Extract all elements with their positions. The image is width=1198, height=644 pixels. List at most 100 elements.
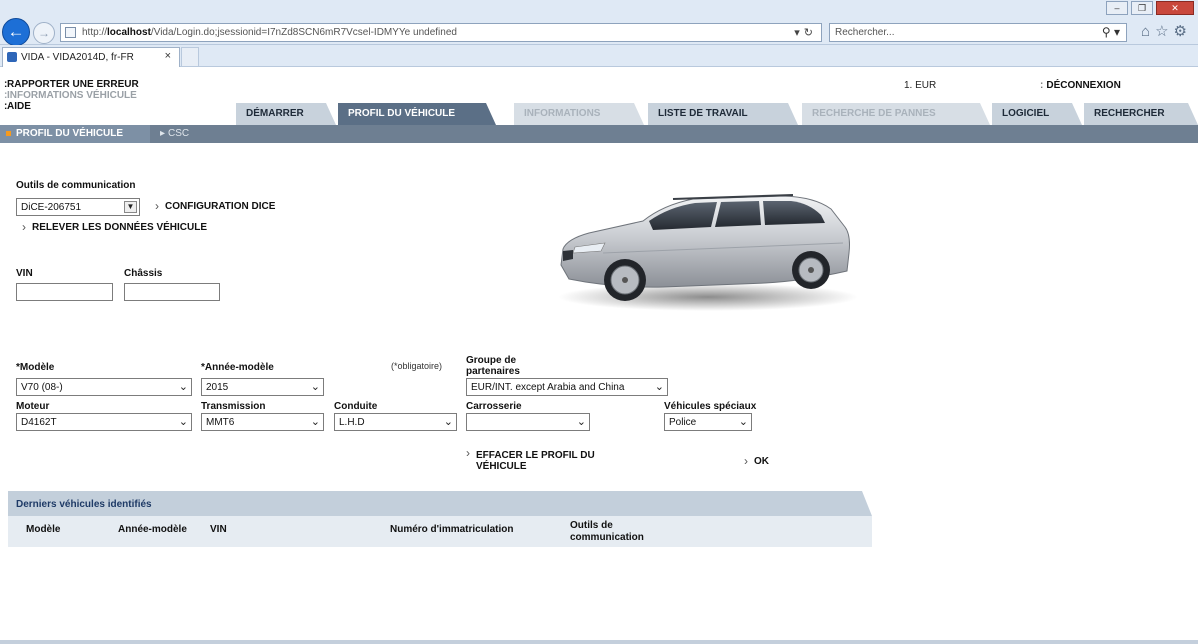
address-controls[interactable]: ▾↻	[794, 26, 817, 39]
vehicle-info-link[interactable]: :INFORMATIONS VÉHICULE	[4, 90, 139, 101]
read-vehicle-data-link[interactable]: RELEVER LES DONNÉES VÉHICULE	[22, 220, 207, 234]
restore-icon[interactable]: ❐	[1131, 1, 1153, 15]
clear-profile-text-2: VÉHICULE	[476, 461, 527, 472]
breadcrumb-csc[interactable]: CSC	[160, 125, 189, 143]
model-year-value: 2015	[206, 382, 229, 393]
logout-link[interactable]: : DÉCONNEXION	[1040, 80, 1121, 91]
drive-select[interactable]: L.H.D ⌄	[334, 413, 457, 431]
browser-chrome: – ❐ ✕ ← → http://localhost/Vida/Login.do;j…	[0, 0, 1198, 46]
browser-tab-title: VIDA - VIDA2014D, fr-FR	[21, 52, 134, 63]
help-link[interactable]: :AIDE	[4, 101, 139, 112]
special-vehicles-label: Véhicules spéciaux	[664, 401, 757, 412]
required-note: (*obligatoire)	[391, 361, 443, 371]
vin-label: VIN	[16, 268, 33, 279]
special-vehicles-select[interactable]: Police ⌄	[664, 413, 752, 431]
url-host: localhost	[107, 27, 151, 38]
chevron-down-icon: ⌄	[654, 381, 664, 393]
arrow-right-icon: →	[38, 26, 50, 40]
col-comm-tool[interactable]: Outils de communication	[570, 520, 644, 544]
clear-profile-link[interactable]: EFFACER LE PROFIL DU VÉHICULE	[466, 448, 595, 472]
browser-search-box[interactable]: Rechercher... ⚲ ▾	[829, 23, 1127, 42]
close-tab-icon[interactable]: ×	[165, 50, 171, 62]
model-select[interactable]: V70 (08-) ⌄	[16, 378, 192, 396]
drive-value: L.H.D	[339, 417, 365, 428]
tab-demarrer[interactable]: DÉMARRER	[236, 103, 336, 125]
favorites-star-icon[interactable]: ☆	[1155, 23, 1173, 40]
report-error-link[interactable]: :RAPPORTER UNE ERREUR	[4, 79, 139, 90]
transmission-label: Transmission	[201, 401, 266, 412]
bottom-taskbar	[0, 640, 1198, 644]
browser-tab[interactable]: VIDA - VIDA2014D, fr-FR ×	[2, 47, 180, 67]
chevron-down-icon: ⌄	[443, 416, 453, 428]
recent-vehicles-title: Derniers véhicules identifiés	[16, 499, 152, 510]
col-model-year[interactable]: Année-modèle	[118, 524, 187, 536]
tab-profil-vehicule[interactable]: PROFIL DU VÉHICULE	[338, 103, 496, 125]
comm-tool-label: Outils de communication	[16, 180, 136, 191]
col-vin[interactable]: VIN	[210, 524, 227, 536]
col-comm-tool-line2: communication	[570, 532, 644, 543]
refresh-icon[interactable]: ↻	[804, 27, 817, 39]
window-controls: – ❐ ✕	[1103, 1, 1194, 15]
model-label: *Modèle	[16, 362, 55, 373]
recent-vehicles-panel: Derniers véhicules identifiés Modèle Ann…	[8, 491, 872, 547]
minimize-icon[interactable]: –	[1106, 1, 1128, 15]
url-text: http://localhost/Vida/Login.do;jsessioni…	[82, 27, 457, 38]
body-select[interactable]: ⌄	[466, 413, 590, 431]
gear-icon[interactable]: ⚙	[1174, 23, 1192, 40]
transmission-select[interactable]: MMT6 ⌄	[201, 413, 324, 431]
url-path: /Vida/Login.do;jsessionid=I7nZd8SCN6mR7V…	[150, 27, 457, 38]
tab-logiciel[interactable]: LOGICIEL	[992, 103, 1082, 125]
search-icon[interactable]: ⚲ ▾	[1102, 25, 1120, 39]
sub-navigation: PROFIL DU VÉHICULE CSC	[0, 125, 1198, 143]
col-model[interactable]: Modèle	[26, 524, 60, 536]
engine-label: Moteur	[16, 401, 50, 412]
dropdown-arrow-icon[interactable]: ▾	[794, 27, 804, 39]
address-bar[interactable]: http://localhost/Vida/Login.do;jsessioni…	[60, 23, 822, 42]
tab-rechercher[interactable]: RECHERCHER	[1084, 103, 1198, 125]
drive-label: Conduite	[334, 401, 378, 412]
currency-selector[interactable]: 1. EUR	[904, 80, 936, 91]
url-prefix: http://	[82, 27, 108, 38]
dice-config-link[interactable]: CONFIGURATION DICE	[155, 199, 275, 213]
col-registration[interactable]: Numéro d'immatriculation	[390, 524, 514, 536]
home-icon[interactable]: ⌂	[1141, 23, 1155, 40]
model-year-label: *Année-modèle	[201, 362, 274, 373]
partner-group-label-2: partenaires	[466, 366, 520, 377]
clear-profile-text-1: EFFACER LE PROFIL DU	[476, 450, 595, 461]
chevron-down-icon: ⌄	[178, 381, 188, 393]
dropdown-arrow-icon: ▼	[124, 201, 137, 213]
model-value: V70 (08-)	[21, 382, 63, 393]
chevron-down-icon: ⌄	[310, 381, 320, 393]
favicon-icon	[7, 52, 17, 62]
chassis-label: Châssis	[124, 268, 163, 279]
search-placeholder: Rechercher...	[835, 27, 895, 38]
vehicle-image	[553, 187, 863, 317]
model-year-select[interactable]: 2015 ⌄	[201, 378, 324, 396]
close-window-icon[interactable]: ✕	[1156, 1, 1194, 15]
breadcrumb-profil[interactable]: PROFIL DU VÉHICULE	[0, 125, 150, 143]
comm-tool-select[interactable]: DiCE-206751 ▼	[16, 198, 140, 216]
partner-group-value: EUR/INT. except Arabia and China	[471, 382, 625, 393]
browser-toolbar-icons: ⌂☆⚙	[1141, 22, 1192, 40]
partner-group-select[interactable]: EUR/INT. except Arabia and China ⌄	[466, 378, 668, 396]
col-comm-tool-line1: Outils de	[570, 520, 613, 531]
engine-value: D4162T	[21, 417, 57, 428]
ok-button[interactable]: OK	[744, 454, 769, 468]
browser-tabbar: VIDA - VIDA2014D, fr-FR ×	[0, 45, 1198, 67]
engine-select[interactable]: D4162T ⌄	[16, 413, 192, 431]
header-links: :RAPPORTER UNE ERREUR :INFORMATIONS VÉHI…	[4, 79, 139, 112]
page-icon	[65, 27, 76, 38]
chevron-down-icon: ⌄	[310, 416, 320, 428]
vin-input[interactable]	[16, 283, 113, 301]
chassis-input[interactable]	[124, 283, 220, 301]
back-button[interactable]: ←	[2, 18, 30, 46]
comm-tool-value: DiCE-206751	[21, 202, 82, 213]
body-label: Carrosserie	[466, 401, 522, 412]
new-tab-button[interactable]	[181, 47, 199, 67]
chevron-down-icon: ⌄	[738, 416, 748, 428]
forward-button[interactable]: →	[33, 22, 55, 44]
tab-liste-travail[interactable]: LISTE DE TRAVAIL	[648, 103, 798, 125]
chevron-down-icon: ⌄	[576, 416, 586, 428]
tab-informations: INFORMATIONS	[514, 103, 644, 125]
arrow-left-icon: ←	[7, 22, 25, 41]
